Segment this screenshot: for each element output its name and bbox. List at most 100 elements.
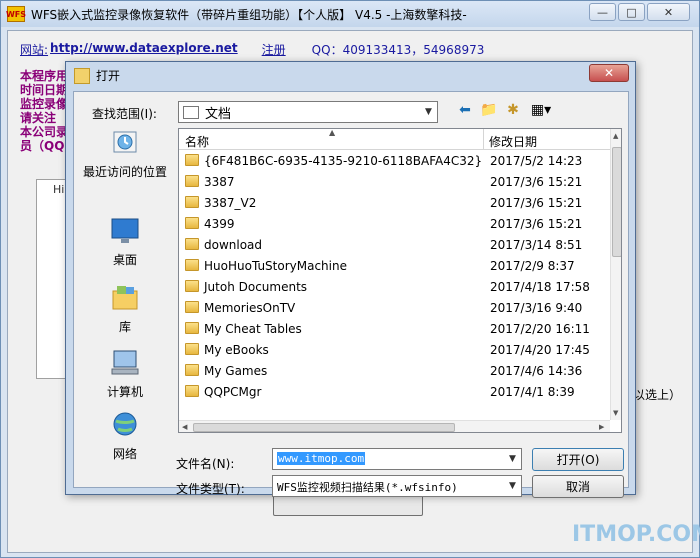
- file-name: 4399: [204, 217, 235, 231]
- place-label: 桌面: [112, 253, 137, 267]
- folder-icon: [185, 259, 199, 271]
- file-name: {6F481B6C-6935-4135-9210-6118BAFA4C32}: [204, 154, 483, 168]
- column-divider[interactable]: [483, 129, 484, 150]
- place-desktop[interactable]: 桌面: [80, 216, 170, 268]
- place-label: 库: [118, 320, 131, 334]
- chevron-down-icon: ▼: [425, 107, 432, 117]
- file-row[interactable]: download 2017/3/14 8:51: [179, 235, 611, 256]
- file-row[interactable]: 3387 2017/3/6 15:21: [179, 172, 611, 193]
- filename-input[interactable]: www.itmop.com ▼: [272, 448, 522, 470]
- file-row[interactable]: My Cheat Tables 2017/2/20 16:11: [179, 319, 611, 340]
- file-name: My eBooks: [204, 343, 269, 357]
- file-row[interactable]: Jutoh Documents 2017/4/18 17:58: [179, 277, 611, 298]
- chevron-down-icon[interactable]: ▼: [504, 449, 521, 469]
- column-header-date[interactable]: 修改日期: [489, 133, 537, 150]
- dialog-toolbar: ⬅ 📁 ✱ ▦▾: [456, 102, 554, 118]
- website-label: 网站:: [20, 43, 49, 57]
- back-arrow-icon[interactable]: ⬅: [456, 102, 474, 118]
- folder-icon: [185, 343, 199, 355]
- cancel-button[interactable]: 取消: [532, 475, 624, 498]
- place-library[interactable]: 库: [80, 283, 170, 335]
- new-folder-icon[interactable]: ✱: [504, 102, 522, 118]
- file-date: 2017/3/6 15:21: [490, 217, 583, 231]
- horizontal-scrollbar[interactable]: ◀ ▶: [179, 420, 610, 432]
- place-network[interactable]: 网络: [80, 410, 170, 462]
- file-list-header: ▲ 名称 修改日期: [179, 129, 611, 150]
- file-date: 2017/3/14 8:51: [490, 238, 583, 252]
- folder-open-icon: [74, 67, 90, 84]
- sort-up-icon: ▲: [329, 128, 336, 137]
- tree-item[interactable]: Hi: [53, 183, 64, 196]
- look-in-dropdown[interactable]: 文档 ▼: [178, 101, 438, 123]
- view-menu-icon[interactable]: ▦▾: [528, 102, 554, 118]
- scroll-left-icon[interactable]: ◀: [182, 423, 187, 431]
- close-icon: ✕: [603, 66, 615, 80]
- column-header-name[interactable]: 名称: [185, 133, 209, 150]
- dialog-title: 打开: [96, 69, 121, 83]
- up-folder-icon[interactable]: 📁: [480, 102, 498, 118]
- look-in-label: 查找范围(I):: [92, 107, 157, 121]
- file-name: 3387: [204, 175, 235, 189]
- website-link[interactable]: http://www.dataexplore.net: [50, 41, 238, 58]
- file-name: HuoHuoTuStoryMachine: [204, 259, 347, 273]
- folder-icon: [185, 364, 199, 376]
- maximize-icon: □: [626, 5, 637, 19]
- folder-icon: [185, 322, 199, 334]
- place-recent[interactable]: 最近访问的位置: [80, 128, 170, 180]
- places-bar: 最近访问的位置 桌面 库 计算机 网络: [80, 128, 170, 461]
- dialog-close-button[interactable]: ✕: [589, 64, 629, 82]
- filetype-label: 文件类型(T):: [176, 482, 245, 496]
- vertical-scrollbar[interactable]: ▲ ▼: [610, 129, 621, 420]
- qq-info: QQ：409133413，54968973: [311, 43, 485, 57]
- close-button[interactable]: ✕: [647, 3, 690, 21]
- place-computer[interactable]: 计算机: [80, 348, 170, 400]
- recent-places-icon: [113, 131, 137, 153]
- file-name: 3387_V2: [204, 196, 257, 210]
- scroll-down-icon[interactable]: ▼: [613, 409, 618, 417]
- file-row[interactable]: 3387_V2 2017/3/6 15:21: [179, 193, 611, 214]
- file-name: My Games: [204, 364, 268, 378]
- scroll-right-icon[interactable]: ▶: [599, 423, 604, 431]
- file-date: 2017/5/2 14:23: [490, 154, 583, 168]
- minimize-button[interactable]: —: [589, 3, 616, 21]
- filetype-value: WFS监控视频扫描结果(*.wfsinfo): [277, 481, 458, 494]
- file-row[interactable]: HuoHuoTuStoryMachine 2017/2/9 8:37: [179, 256, 611, 277]
- minimize-icon: —: [597, 5, 608, 19]
- documents-folder-icon: [183, 105, 199, 119]
- file-row[interactable]: {6F481B6C-6935-4135-9210-6118BAFA4C32} 20…: [179, 151, 611, 172]
- file-date: 2017/3/6 15:21: [490, 175, 583, 189]
- filetype-dropdown[interactable]: WFS监控视频扫描结果(*.wfsinfo) ▼: [272, 475, 522, 497]
- file-name: Jutoh Documents: [204, 280, 308, 294]
- open-dialog: 打开 ✕ 查找范围(I): 文档 ▼ ⬅ 📁 ✱ ▦▾ 最近访问的位置 桌面 库…: [65, 61, 636, 498]
- window-title: WFS嵌入式监控录像恢复软件（带碎片重组功能）【个人版】 V4.5 -上海数擎科…: [31, 7, 467, 22]
- register-link[interactable]: 注册: [262, 41, 286, 58]
- file-name: QQPCMgr: [204, 385, 262, 399]
- file-row[interactable]: MemoriesOnTV 2017/3/16 9:40: [179, 298, 611, 319]
- scroll-up-icon[interactable]: ▲: [613, 132, 618, 140]
- file-date: 2017/4/1 8:39: [490, 385, 575, 399]
- file-date: 2017/3/6 15:21: [490, 196, 583, 210]
- filename-label: 文件名(N):: [176, 457, 235, 471]
- filename-value: www.itmop.com: [277, 452, 366, 465]
- vertical-scroll-thumb[interactable]: [612, 147, 621, 257]
- file-row[interactable]: My eBooks 2017/4/20 17:45: [179, 340, 611, 361]
- file-row[interactable]: QQPCMgr 2017/4/1 8:39: [179, 382, 611, 403]
- file-date: 2017/2/9 8:37: [490, 259, 575, 273]
- close-icon: ✕: [663, 5, 674, 19]
- horizontal-scroll-thumb[interactable]: [193, 423, 455, 432]
- folder-icon: [185, 196, 199, 208]
- library-icon: [112, 286, 138, 310]
- file-date: 2017/4/18 17:58: [490, 280, 590, 294]
- app-logo-icon: WFS: [6, 6, 26, 22]
- file-row[interactable]: 4399 2017/3/6 15:21: [179, 214, 611, 235]
- file-row[interactable]: My Games 2017/4/6 14:36: [179, 361, 611, 382]
- desktop-icon: [111, 218, 139, 243]
- computer-icon: [111, 350, 139, 375]
- maximize-button[interactable]: □: [618, 3, 645, 21]
- open-button[interactable]: 打开(O): [532, 448, 624, 471]
- file-list[interactable]: ▲ 名称 修改日期 {6F481B6C-6935-4135-9210-6118B…: [178, 128, 622, 433]
- link-row: 网站: http://www.dataexplore.net 注册 QQ：409…: [20, 41, 484, 58]
- folder-icon: [185, 154, 199, 166]
- file-date: 2017/4/20 17:45: [490, 343, 590, 357]
- file-date: 2017/4/6 14:36: [490, 364, 583, 378]
